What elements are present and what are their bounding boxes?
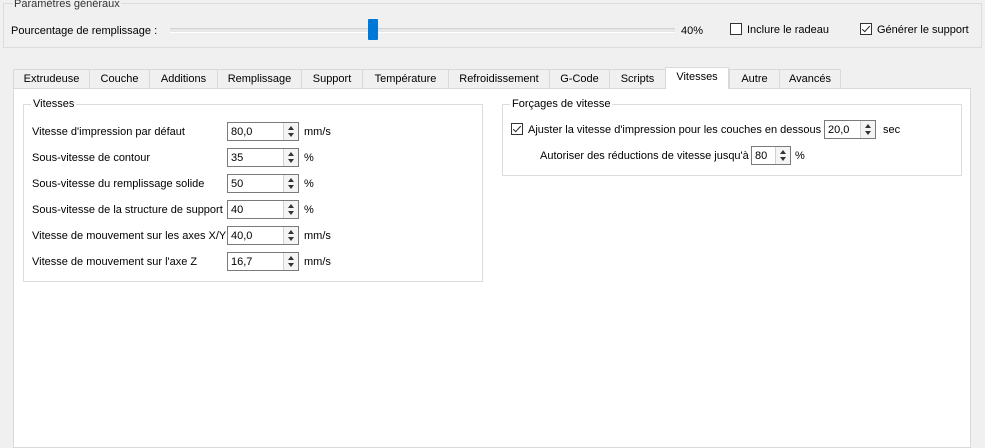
generate-support-checkbox[interactable]	[860, 23, 872, 35]
tab-label: Support	[312, 73, 352, 85]
fill-percentage-slider-track[interactable]	[170, 28, 675, 33]
general-settings-title: Paramètres généraux	[13, 0, 121, 10]
speeds-group-title: Vitesses	[31, 98, 77, 110]
tab-label: Extrudeuse	[23, 73, 80, 85]
spinbox-buttons[interactable]	[283, 253, 298, 270]
unit-label: mm/s	[304, 126, 331, 138]
unit-label: mm/s	[304, 230, 331, 242]
tab-label: Température	[374, 73, 437, 85]
arrow-up-icon	[288, 230, 294, 234]
adjust-speed-spinbox[interactable]: 20,0	[824, 120, 876, 139]
tab-label: Scripts	[620, 73, 655, 85]
solid-infill-speed-spinbox[interactable]: 50	[227, 174, 299, 193]
speed-reduction-spinbox[interactable]: 80	[751, 146, 791, 165]
z-travel-speed-spinbox[interactable]: 16,7	[227, 252, 299, 271]
arrow-down-icon	[288, 263, 294, 267]
arrow-down-icon	[865, 131, 871, 135]
include-raft-label: Inclure le radeau	[747, 24, 829, 36]
unit-label: %	[304, 152, 314, 164]
spinbox-buttons[interactable]	[283, 227, 298, 244]
tab-infill[interactable]: Remplissage	[217, 69, 302, 88]
fill-percentage-slider-handle[interactable]	[368, 19, 378, 40]
spinbox-value: 35	[231, 152, 244, 164]
unit-label: %	[304, 178, 314, 190]
arrow-down-icon	[288, 211, 294, 215]
tab-cooling[interactable]: Refroidissement	[448, 69, 550, 88]
tab-advanced[interactable]: Avancés	[779, 69, 841, 88]
speed-reduction-unit: %	[795, 150, 805, 162]
spinbox-value: 16,7	[231, 256, 253, 268]
spinbox-buttons[interactable]	[860, 121, 875, 138]
tab-label: Vitesses	[676, 71, 718, 83]
arrow-down-icon	[288, 185, 294, 189]
tab-gcode[interactable]: G-Code	[549, 69, 610, 88]
arrow-up-icon	[865, 124, 871, 128]
include-raft-checkbox[interactable]	[730, 23, 742, 35]
spinbox-value: 80,0	[231, 126, 253, 138]
tab-temperature[interactable]: Température	[362, 69, 449, 88]
fill-percentage-label: Pourcentage de remplissage :	[11, 25, 158, 37]
default-print-speed-label: Vitesse d'impression par défaut	[32, 126, 185, 138]
spinbox-value: 40,0	[231, 230, 253, 242]
spinbox-buttons[interactable]	[283, 123, 298, 140]
spinbox-buttons[interactable]	[775, 147, 790, 164]
default-print-speed-spinbox[interactable]: 80,0	[227, 122, 299, 141]
tab-label: Autre	[741, 73, 768, 85]
tab-panel-speeds: Vitesses Vitesse d'impression par défaut…	[13, 88, 971, 448]
arrow-up-icon	[288, 126, 294, 130]
arrow-up-icon	[288, 178, 294, 182]
tab-label: Remplissage	[227, 73, 292, 85]
generate-support-label: Générer le support	[877, 24, 969, 36]
arrow-up-icon	[288, 256, 294, 260]
solid-infill-speed-label: Sous-vitesse du remplissage solide	[32, 178, 205, 190]
speed-overrides-title: Forçages de vitesse	[510, 98, 613, 110]
unit-label: mm/s	[304, 256, 331, 268]
adjust-speed-unit: sec	[883, 124, 901, 136]
spinbox-buttons[interactable]	[283, 175, 298, 192]
arrow-down-icon	[288, 133, 294, 137]
arrow-down-icon	[288, 237, 294, 241]
speed-overrides-group: Forçages de vitesse	[502, 98, 962, 176]
tab-scripts[interactable]: Scripts	[609, 69, 666, 88]
spinbox-buttons[interactable]	[283, 201, 298, 218]
tab-label: Additions	[160, 73, 207, 85]
tab-label: G-Code	[560, 73, 599, 85]
tab-speeds[interactable]: Vitesses	[665, 67, 729, 89]
tab-additions[interactable]: Additions	[149, 69, 218, 88]
tab-other[interactable]: Autre	[729, 69, 780, 88]
settings-tab-bar: Extrudeuse Couche Additions Remplissage …	[13, 67, 973, 89]
arrow-down-icon	[780, 157, 786, 161]
z-travel-speed-label: Vitesse de mouvement sur l'axe Z	[32, 256, 198, 268]
arrow-up-icon	[780, 150, 786, 154]
tab-layer[interactable]: Couche	[89, 69, 150, 88]
speed-reduction-label: Autoriser des réductions de vitesse jusq…	[540, 150, 749, 162]
arrow-up-icon	[288, 204, 294, 208]
tab-support[interactable]: Support	[301, 69, 363, 88]
tab-extruder[interactable]: Extrudeuse	[13, 69, 90, 88]
fill-percentage-value: 40%	[681, 25, 704, 37]
spinbox-value: 80	[755, 150, 768, 162]
xy-travel-speed-label: Vitesse de mouvement sur les axes X/Y	[32, 230, 227, 242]
perimeter-speed-spinbox[interactable]: 35	[227, 148, 299, 167]
tab-label: Refroidissement	[459, 73, 539, 85]
adjust-speed-label: Ajuster la vitesse d'impression pour les…	[528, 124, 822, 136]
unit-label: %	[304, 204, 314, 216]
support-speed-label: Sous-vitesse de la structure de support	[32, 204, 223, 216]
tab-label: Avancés	[789, 73, 831, 85]
spinbox-value: 40	[231, 204, 244, 216]
arrow-down-icon	[288, 159, 294, 163]
xy-travel-speed-spinbox[interactable]: 40,0	[227, 226, 299, 245]
adjust-speed-checkbox[interactable]	[511, 123, 523, 135]
spinbox-buttons[interactable]	[283, 149, 298, 166]
support-speed-spinbox[interactable]: 40	[227, 200, 299, 219]
perimeter-speed-label: Sous-vitesse de contour	[32, 152, 151, 164]
spinbox-value: 50	[231, 178, 244, 190]
spinbox-value: 20,0	[828, 124, 850, 136]
tab-label: Couche	[100, 73, 139, 85]
arrow-up-icon	[288, 152, 294, 156]
